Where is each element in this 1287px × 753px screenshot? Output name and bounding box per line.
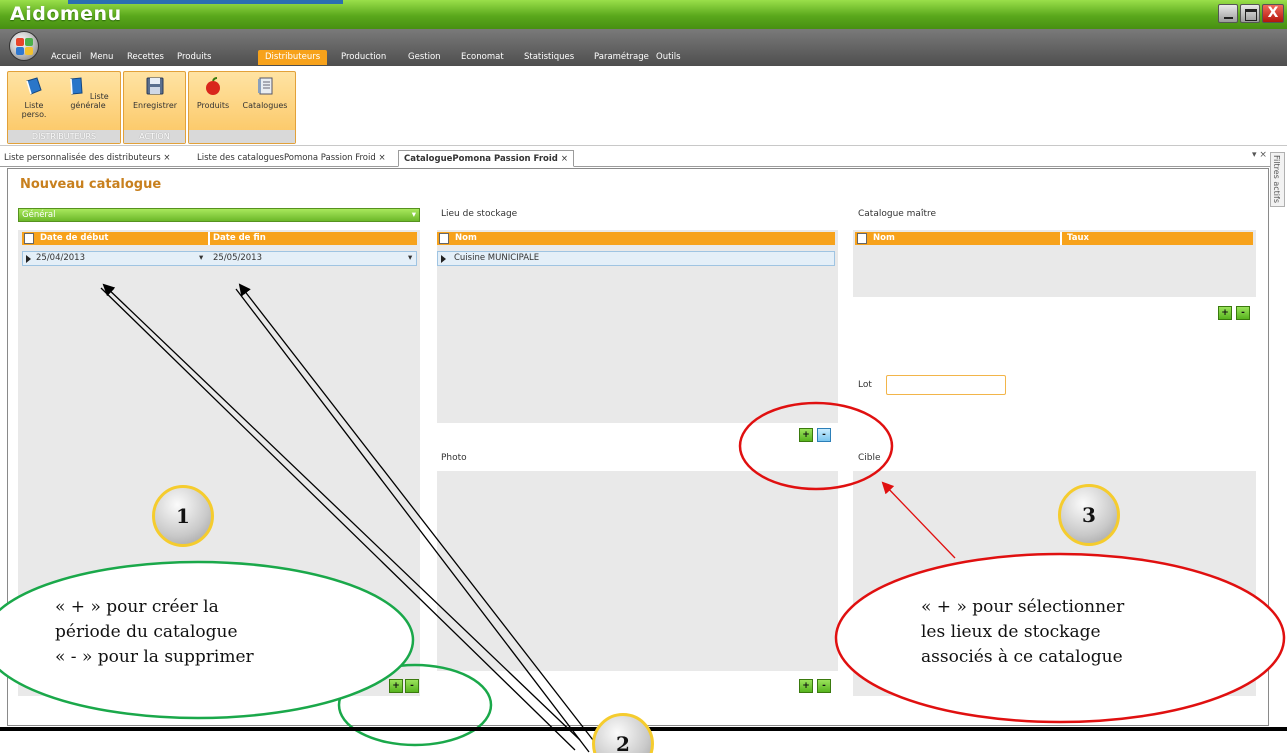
callout-line: les lieux de stockage bbox=[921, 622, 1101, 642]
callout-line: associés à ce catalogue bbox=[921, 647, 1123, 667]
callout-line: « - » pour la supprimer bbox=[55, 647, 254, 667]
step-badge-1: 1 bbox=[152, 485, 214, 547]
callout-line: « + » pour créer la bbox=[55, 597, 219, 617]
callout-line: période du catalogue bbox=[55, 622, 238, 642]
red-arrow bbox=[881, 481, 956, 559]
app-window: Aidomenu X Accueil Menu Recettes Produit… bbox=[0, 0, 1287, 753]
callout-text-storage: « + » pour sélectionner les lieux de sto… bbox=[921, 595, 1221, 670]
callout-text-periods: « + » pour créer la période du catalogue… bbox=[55, 595, 385, 670]
callout-line: « + » pour sélectionner bbox=[921, 597, 1125, 617]
red-highlight-ellipse bbox=[738, 401, 894, 491]
step-badge-3: 3 bbox=[1058, 484, 1120, 546]
